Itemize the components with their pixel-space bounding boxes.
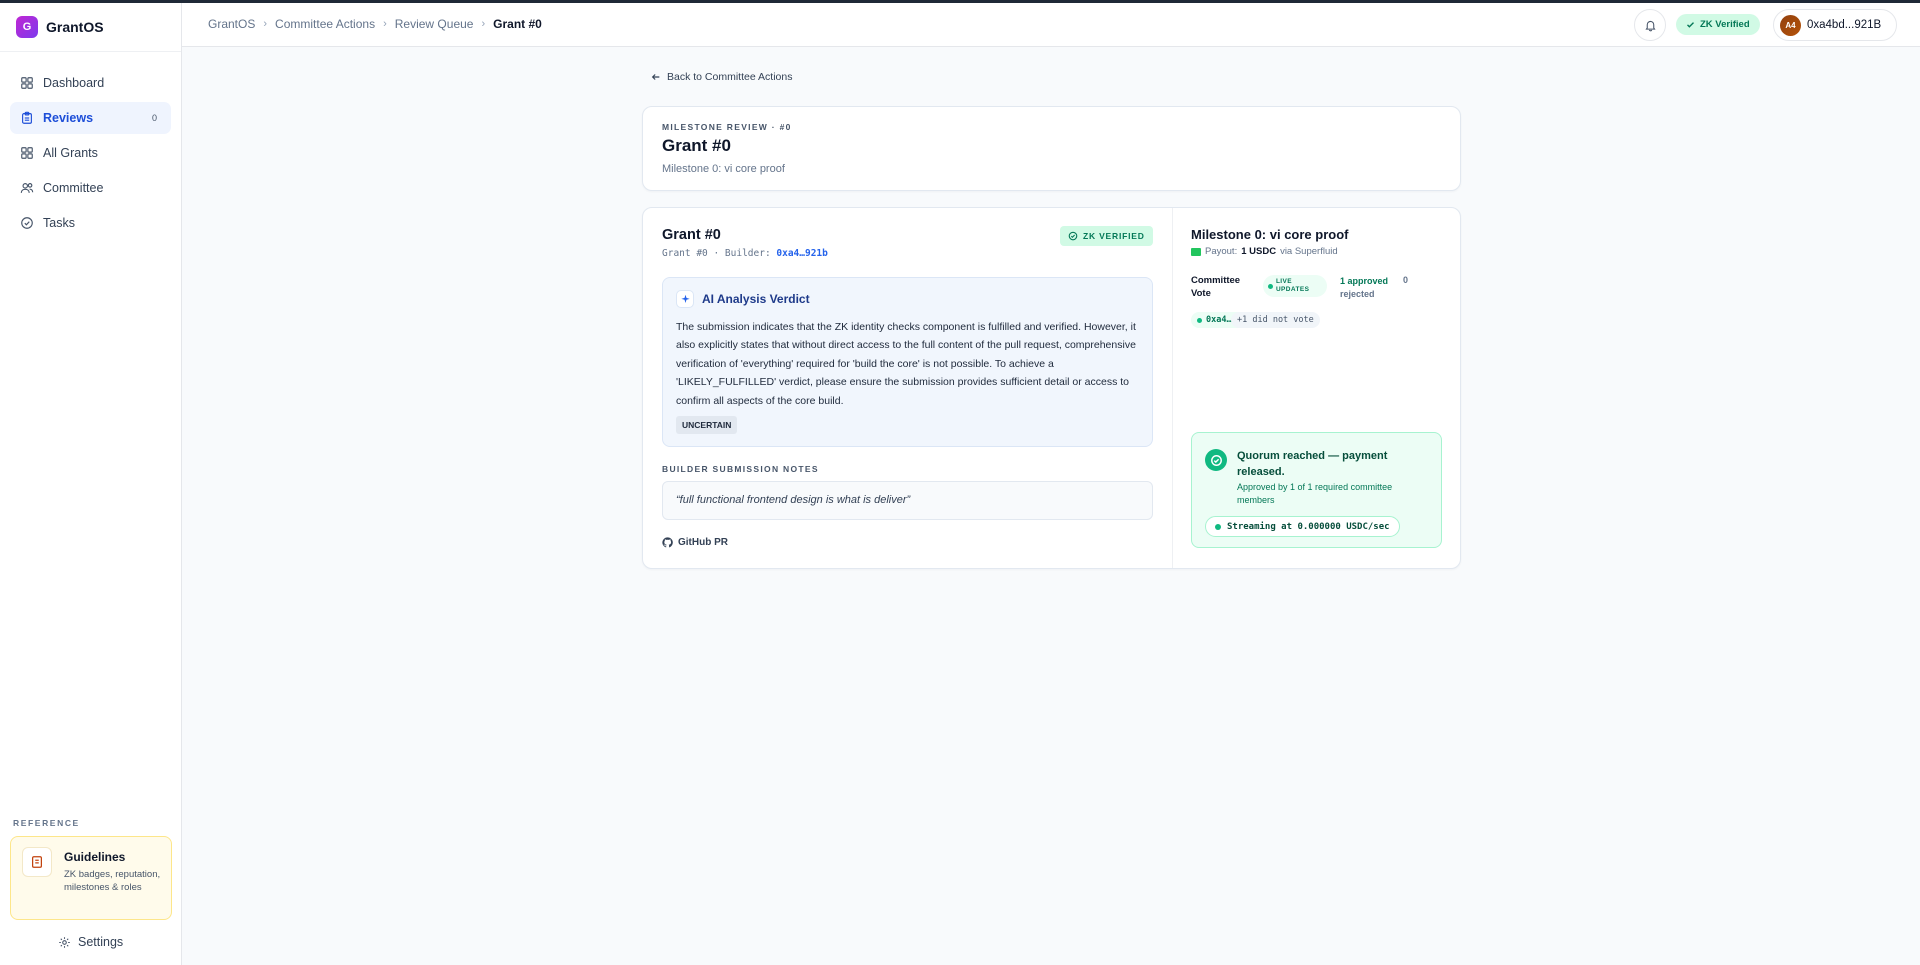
money-icon <box>1191 247 1201 256</box>
rejected-label: rejected <box>1340 289 1375 299</box>
page-title: Grant #0 <box>662 136 731 155</box>
sidebar-item-label: Dashboard <box>43 76 105 90</box>
ai-verdict-panel: AI Analysis Verdict The submission indic… <box>662 277 1153 447</box>
builder-address[interactable]: 0xa4…921b <box>776 248 827 259</box>
grant-meta: Grant #0 · Builder: 0xa4…921b <box>662 248 828 259</box>
stream-dot-icon <box>1215 523 1221 530</box>
verdict-badge: UNCERTAIN <box>676 416 738 434</box>
guidelines-card[interactable]: Guidelines ZK badges, reputation, milest… <box>10 836 172 920</box>
notes-label: BUILDER SUBMISSION NOTES <box>662 464 819 474</box>
ai-verdict-header: AI Analysis Verdict <box>676 290 810 308</box>
committee-vote-label: Committee Vote <box>1191 275 1241 299</box>
notifications-button[interactable] <box>1634 9 1666 41</box>
quorum-subtitle: Approved by 1 of 1 required committee me… <box>1237 482 1393 505</box>
sidebar-item-reviews[interactable]: Reviews 0 <box>10 102 171 134</box>
arrow-left-icon <box>651 74 660 80</box>
sidebar-item-label: Committee <box>43 181 104 195</box>
brand-logo-icon: G <box>16 16 38 38</box>
page-subtitle: Milestone 0: vi core proof <box>662 163 785 175</box>
zk-verified-label: ZK Verified <box>1700 19 1750 30</box>
brand[interactable]: G GrantOS <box>16 16 104 38</box>
sidebar-item-tasks[interactable]: Tasks <box>10 207 171 239</box>
check-circle-icon <box>1068 231 1078 241</box>
clipboard-icon <box>22 111 32 124</box>
quorum-panel: Quorum reached — payment released. Appro… <box>1191 432 1442 548</box>
book-icon <box>22 847 52 877</box>
gear-icon <box>59 936 70 948</box>
check-circle-icon <box>1205 449 1227 471</box>
breadcrumb-item-review-queue[interactable]: Review Queue <box>395 17 474 31</box>
sidebar-item-label: Tasks <box>43 216 75 230</box>
ai-verdict-title: AI Analysis Verdict <box>702 292 810 306</box>
review-header-card: MILESTONE REVIEW · #0 Grant #0 Milestone… <box>642 106 1461 191</box>
top-bar: GrantOS › Committee Actions › Review Que… <box>182 3 1920 47</box>
payout-info: Payout: 1 USDC via Superfluid <box>1191 246 1338 257</box>
chevron-right-icon: › <box>383 18 387 30</box>
breadcrumb-item-current: Grant #0 <box>493 17 542 31</box>
payout-amount: 1 USDC <box>1241 246 1277 257</box>
payout-prefix: Payout: <box>1205 246 1238 257</box>
brand-name: GrantOS <box>46 19 104 35</box>
back-link-label: Back to Committee Actions <box>667 71 793 83</box>
sidebar-item-all-grants[interactable]: All Grants <box>10 137 171 169</box>
account-address: 0xa4bd...921B <box>1807 19 1882 31</box>
zk-verified-badge: ZK Verified <box>1676 14 1760 35</box>
breadcrumb-item-committee-actions[interactable]: Committee Actions <box>275 17 375 31</box>
grant-title: Grant #0 <box>662 227 721 243</box>
sidebar-nav: Dashboard Reviews 0 All Grants Committee… <box>10 67 171 242</box>
approved-count: 1 approved rejected <box>1340 275 1396 301</box>
sidebar-item-committee[interactable]: Committee <box>10 172 171 204</box>
streaming-rate-label: Streaming at 0.000000 USDC/sec <box>1227 521 1390 532</box>
reviews-count-badge: 0 <box>151 113 157 123</box>
builder-notes: “full functional frontend design is what… <box>662 481 1153 520</box>
chevron-right-icon: › <box>481 18 486 30</box>
streaming-rate-badge: Streaming at 0.000000 USDC/sec <box>1205 516 1400 537</box>
guidelines-title: Guidelines <box>64 850 126 864</box>
grant-meta-prefix: Grant #0 · Builder: <box>662 248 777 259</box>
breadcrumb-item-grantos[interactable]: GrantOS <box>208 17 255 31</box>
review-detail-card: Grant #0 Grant #0 · Builder: 0xa4…921b Z… <box>642 207 1461 569</box>
payout-suffix: via Superfluid <box>1280 246 1338 257</box>
github-pr-label: GitHub PR <box>678 537 728 548</box>
eyebrow: MILESTONE REVIEW · #0 <box>662 122 792 132</box>
vote-dot-icon <box>1197 317 1202 323</box>
breadcrumb: GrantOS › Committee Actions › Review Que… <box>208 17 542 31</box>
zk-badge-label: ZK VERIFIED <box>1083 231 1145 241</box>
github-icon <box>662 537 673 548</box>
ai-verdict-body: The submission indicates that the ZK ide… <box>676 321 1136 407</box>
settings-label: Settings <box>78 935 124 949</box>
chevron-right-icon: › <box>263 18 268 30</box>
quorum-title: Quorum reached — payment released. <box>1237 450 1388 478</box>
check-circle-icon <box>21 217 33 229</box>
sidebar-item-label: All Grants <box>43 146 98 160</box>
zk-verified-badge: ZK VERIFIED <box>1060 226 1153 246</box>
live-dot-icon <box>1268 283 1273 289</box>
avatar: A4 <box>1780 14 1801 36</box>
rejected-count: 0 <box>1403 275 1409 285</box>
check-icon <box>1687 22 1694 28</box>
reference-label: REFERENCE <box>13 818 80 828</box>
account-button[interactable]: A4 0xa4bd...921B <box>1773 9 1897 41</box>
did-not-vote-chip: +1 did not vote <box>1231 312 1320 328</box>
grid-icon <box>21 147 33 159</box>
sparkle-icon <box>676 290 694 308</box>
live-updates-label: LIVE UPDATES <box>1275 278 1310 293</box>
milestone-title: Milestone 0: vi core proof <box>1191 227 1349 242</box>
sidebar-item-dashboard[interactable]: Dashboard <box>10 67 171 99</box>
users-icon <box>20 183 34 193</box>
guidelines-description: ZK badges, reputation, milestones & role… <box>64 869 161 893</box>
settings-button[interactable]: Settings <box>58 935 123 949</box>
sidebar-item-label: Reviews <box>43 111 94 125</box>
divider <box>1172 208 1173 568</box>
divider <box>0 51 181 52</box>
sidebar: G GrantOS Dashboard Reviews 0 All Grants… <box>0 3 182 965</box>
grid-icon <box>21 77 33 89</box>
live-updates-badge: LIVE UPDATES <box>1263 275 1327 297</box>
bell-icon <box>1644 20 1656 31</box>
github-pr-link[interactable]: GitHub PR <box>662 537 728 548</box>
builder-notes-text: “full functional frontend design is what… <box>676 494 911 506</box>
back-link[interactable]: Back to Committee Actions <box>651 71 792 83</box>
approved-label: 1 approved <box>1340 276 1389 286</box>
